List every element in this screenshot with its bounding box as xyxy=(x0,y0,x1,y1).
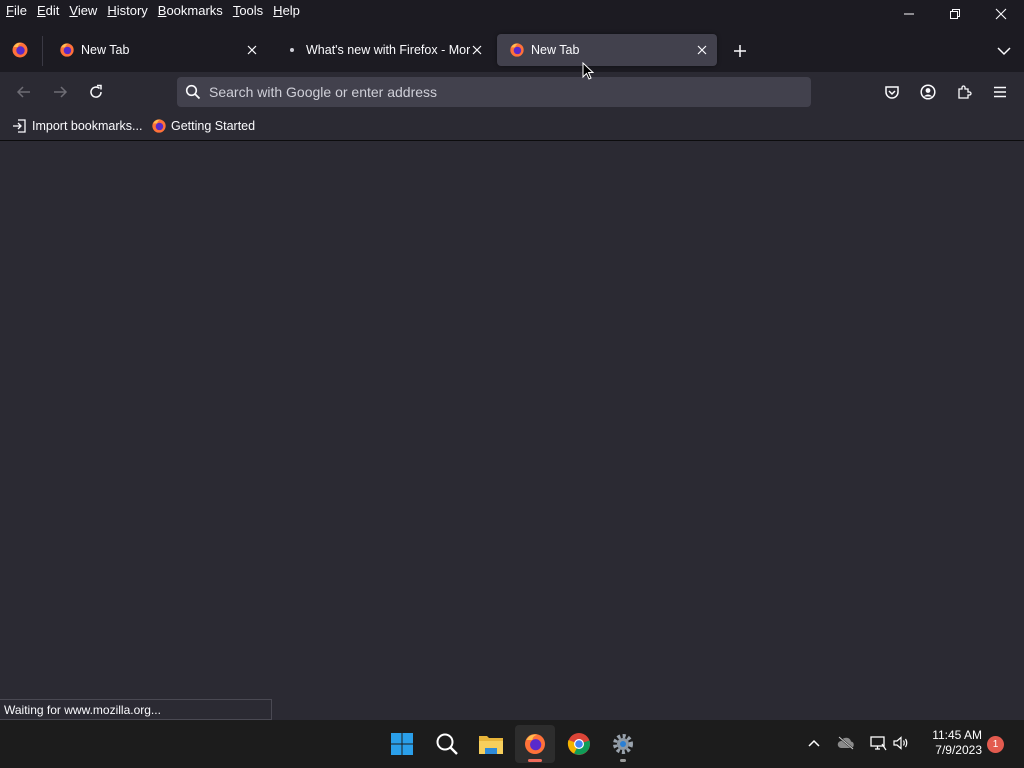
address-bar[interactable] xyxy=(177,77,811,107)
list-all-tabs-button[interactable] xyxy=(994,41,1014,61)
menu-bar: File Edit View History Bookmarks Tools H… xyxy=(0,0,305,22)
taskbar-search-button[interactable] xyxy=(427,725,467,763)
bookmark-import[interactable]: Import bookmarks... xyxy=(12,117,142,135)
taskbar-file-explorer[interactable] xyxy=(471,725,511,763)
loading-dot-icon xyxy=(284,42,300,58)
pocket-icon xyxy=(884,84,900,100)
network-icon xyxy=(869,735,887,751)
tab-separator xyxy=(42,36,43,66)
new-tab-button[interactable] xyxy=(730,41,750,61)
menu-history[interactable]: History xyxy=(102,1,152,21)
taskbar-clock[interactable]: 11:45 AM 7/9/2023 xyxy=(920,728,982,758)
active-app-indicator xyxy=(528,759,542,762)
chevron-up-icon xyxy=(808,739,820,747)
forward-button[interactable] xyxy=(48,80,72,104)
minimize-icon xyxy=(903,8,915,20)
pocket-button[interactable] xyxy=(880,80,904,104)
search-input[interactable] xyxy=(209,77,799,107)
firefox-icon xyxy=(151,118,167,134)
account-button[interactable] xyxy=(916,80,940,104)
status-panel: Waiting for www.mozilla.org... xyxy=(0,699,272,720)
bookmarks-toolbar: Import bookmarks... Getting Started xyxy=(0,112,1024,141)
search-icon xyxy=(435,732,459,756)
settings-icon xyxy=(611,732,635,756)
arrow-left-icon xyxy=(16,84,32,100)
menu-bookmarks[interactable]: Bookmarks xyxy=(153,1,228,21)
speaker-icon xyxy=(892,735,910,751)
cloud-offline-icon xyxy=(837,736,855,750)
menu-view[interactable]: View xyxy=(64,1,102,21)
page-content xyxy=(0,141,1024,720)
menu-edit[interactable]: Edit xyxy=(32,1,64,21)
account-icon xyxy=(920,84,936,100)
tab-title: New Tab xyxy=(81,43,130,57)
clock-date: 7/9/2023 xyxy=(935,743,982,757)
onedrive-tray-button[interactable] xyxy=(835,732,857,754)
taskbar-firefox[interactable] xyxy=(515,725,555,763)
tab-strip: New Tab What's new with Firefox - More N… xyxy=(0,30,1024,72)
firefox-icon xyxy=(509,42,525,58)
bookmark-label: Getting Started xyxy=(171,119,256,133)
notification-badge[interactable]: 1 xyxy=(987,736,1004,753)
minimize-button[interactable] xyxy=(886,0,932,28)
close-tab-button[interactable] xyxy=(468,41,486,59)
volume-tray-button[interactable] xyxy=(890,732,912,754)
reload-icon xyxy=(88,84,104,100)
firefox-icon xyxy=(59,42,75,58)
chevron-down-icon xyxy=(997,46,1011,56)
plus-icon xyxy=(733,44,747,58)
windows-start-icon xyxy=(390,732,414,756)
firefox-icon xyxy=(11,41,29,59)
tab-whats-new[interactable]: What's new with Firefox - More xyxy=(272,34,492,66)
taskbar: 11:45 AM 7/9/2023 xyxy=(0,720,1024,768)
close-window-button[interactable] xyxy=(978,0,1024,28)
tab-new-tab-1[interactable]: New Tab xyxy=(47,34,267,66)
close-icon xyxy=(995,8,1007,20)
menu-file[interactable]: File xyxy=(0,1,32,21)
bookmark-getting-started[interactable]: Getting Started xyxy=(151,117,255,135)
close-tab-button[interactable] xyxy=(693,41,711,59)
search-icon xyxy=(185,84,201,100)
reload-button[interactable] xyxy=(84,80,108,104)
tab-new-tab-2[interactable]: New Tab xyxy=(497,34,717,66)
arrow-right-icon xyxy=(52,84,68,100)
start-button[interactable] xyxy=(382,725,422,763)
restore-button[interactable] xyxy=(932,0,978,28)
tab-title: New Tab xyxy=(531,43,580,57)
restore-icon xyxy=(949,8,961,20)
network-tray-button[interactable] xyxy=(867,732,889,754)
menu-help[interactable]: Help xyxy=(268,1,305,21)
firefox-view-button[interactable] xyxy=(11,41,29,59)
running-app-indicator xyxy=(620,759,626,762)
taskbar-chrome[interactable] xyxy=(559,725,599,763)
close-tab-button[interactable] xyxy=(243,41,261,59)
navigation-toolbar xyxy=(0,72,1024,112)
extensions-button[interactable] xyxy=(952,80,976,104)
file-explorer-icon xyxy=(478,733,504,755)
clock-time: 11:45 AM xyxy=(932,728,982,742)
menu-tools[interactable]: Tools xyxy=(228,1,268,21)
import-icon xyxy=(12,118,28,134)
firefox-icon xyxy=(523,732,547,756)
back-button[interactable] xyxy=(12,80,36,104)
puzzle-icon xyxy=(956,84,972,100)
bookmark-label: Import bookmarks... xyxy=(32,119,143,133)
show-hidden-icons-button[interactable] xyxy=(803,732,825,754)
title-bar: File Edit View History Bookmarks Tools H… xyxy=(0,0,1024,30)
hamburger-icon xyxy=(992,84,1008,100)
chrome-icon xyxy=(567,732,591,756)
tab-title: What's new with Firefox - More xyxy=(306,43,470,57)
app-menu-button[interactable] xyxy=(988,80,1012,104)
taskbar-settings[interactable] xyxy=(603,725,643,763)
